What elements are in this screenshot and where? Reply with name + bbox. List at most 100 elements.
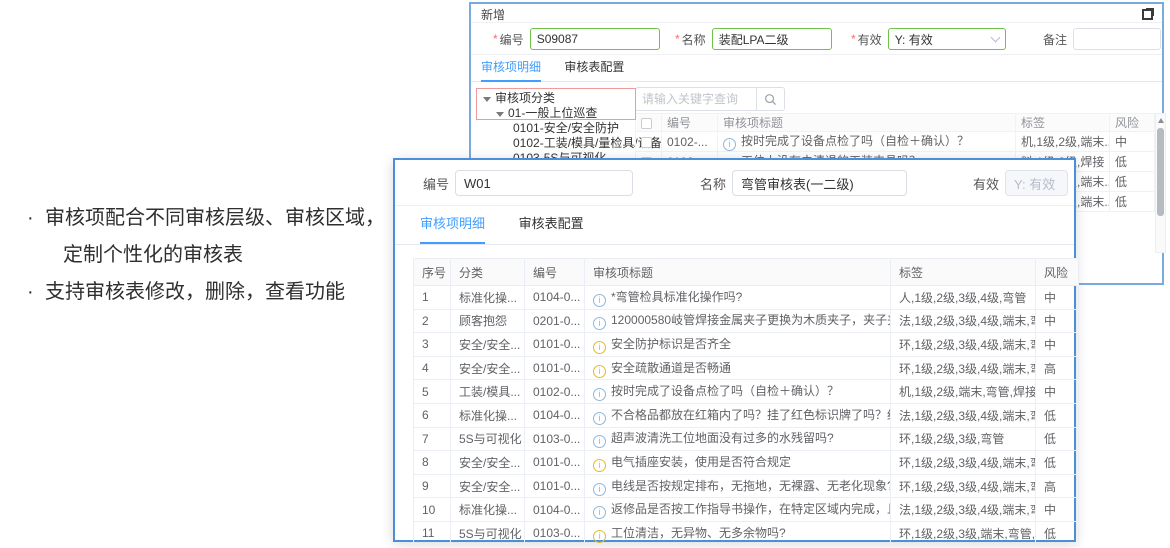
- scrollbar-thumb[interactable]: [1157, 128, 1164, 216]
- code-label: 编号: [500, 31, 524, 48]
- name-field-group: * 名称: [675, 28, 832, 50]
- table-row[interactable]: 5 工装/模具... 0102-0... i按时完成了设备点检了吗（自检＋确认）…: [414, 380, 1079, 404]
- title-cell: i 不合格品都放在红箱内了吗？挂了红色标识牌了吗？红色标识...: [585, 403, 891, 427]
- tab-audit-sheet-config[interactable]: 审核表配置: [519, 206, 584, 242]
- note-bullet: ·: [27, 274, 45, 311]
- title-cell: i电气插座安装，使用是否符合规定: [585, 451, 891, 475]
- note-bullet: ·: [27, 200, 45, 237]
- tags-cell: 环,1级,2级,3级,4级,端末,弯...: [891, 333, 1036, 357]
- seq-cell: 11: [414, 521, 451, 545]
- tab-bar: 审核项明细 审核表配置: [471, 55, 1162, 82]
- title-cell: i按时完成了设备点检了吗（自检＋确认）？: [718, 132, 1016, 152]
- code-field-group: 编号: [423, 170, 633, 196]
- risk-cell: 中: [1036, 309, 1079, 333]
- info-circle-icon: i: [593, 317, 606, 330]
- title-text: 超声波清洗工位地面没有过多的水残留吗?: [611, 431, 834, 445]
- remark-label: 备注: [1043, 31, 1067, 48]
- tags-cell: 环,1级,2级,3级,4级,端末,弯...: [891, 474, 1036, 498]
- table-row[interactable]: 8 安全/安全... 0101-0... i电气插座安装，使用是否符合规定 环,…: [414, 451, 1079, 475]
- seq-cell: 8: [414, 451, 451, 475]
- required-asterisk: *: [675, 32, 680, 46]
- title-cell: i安全防护标识是否齐全: [585, 333, 891, 357]
- note-text: 定制个性化的审核表: [63, 237, 243, 274]
- title-text: 电线是否按规定排布，无拖地，无裸露、无老化现象?: [611, 479, 891, 493]
- tags-cell: 法,1级,2级,3级,4级,端末,弯...: [891, 403, 1036, 427]
- audit-sheet-detail-window: 编号 名称 有效 审核项明细 审核表配置 序号分类编号审核项标题标签风险: [393, 158, 1076, 542]
- category-cell: 安全/安全...: [451, 474, 525, 498]
- seq-cell: 1: [414, 286, 451, 310]
- risk-cell: 中: [1110, 132, 1155, 152]
- tree-root-label: 审核项分类: [495, 91, 555, 105]
- row-checkbox[interactable]: [641, 137, 652, 148]
- seq-cell: 9: [414, 474, 451, 498]
- info-circle-icon: i: [593, 412, 606, 425]
- seq-cell: 4: [414, 356, 451, 380]
- code-cell: 0103-0...: [525, 427, 585, 451]
- chevron-down-icon: [990, 33, 1000, 43]
- table-row[interactable]: 11 5S与可视化 0103-0... i工位清洁，无异物、无多余物吗? 环,1…: [414, 521, 1079, 545]
- risk-cell: 低: [1110, 172, 1155, 192]
- name-input[interactable]: [712, 28, 832, 50]
- seq-cell: 10: [414, 498, 451, 522]
- search-input[interactable]: [636, 88, 756, 110]
- tab-audit-sheet-config[interactable]: 审核表配置: [564, 55, 624, 80]
- table-row[interactable]: 2 顾客抱怨 0201-0... i120000580岐管焊接金属夹子更换为木质…: [414, 309, 1079, 333]
- table-row[interactable]: 7 5S与可视化 0103-0... i超声波清洗工位地面没有过多的水残留吗? …: [414, 427, 1079, 451]
- search-button[interactable]: [756, 88, 784, 110]
- table-row[interactable]: 6 标准化操... 0104-0... i不合格品都放在红箱内了吗？挂了红色标识…: [414, 403, 1079, 427]
- title-cell: i按时完成了设备点检了吗（自检＋确认）？: [585, 380, 891, 404]
- note-text: 支持审核表修改，删除，查看功能: [45, 274, 345, 311]
- risk-cell: 低: [1036, 403, 1079, 427]
- risk-cell: 中: [1036, 333, 1079, 357]
- title-text: 不合格品都放在红箱内了吗？挂了红色标识牌了吗？红色标识...: [611, 408, 891, 422]
- risk-cell: 低: [1036, 521, 1079, 545]
- risk-cell: 高: [1036, 474, 1079, 498]
- table-row[interactable]: 10 标准化操... 0104-0... i返修品是否按工作指导书操作，在特定区…: [414, 498, 1079, 522]
- risk-cell: 中: [1036, 380, 1079, 404]
- table-row[interactable]: 9 安全/安全... 0101-0... i电线是否按规定排布，无拖地，无裸露、…: [414, 474, 1079, 498]
- code-input[interactable]: [455, 170, 633, 196]
- column-header: 标签: [1016, 114, 1110, 132]
- table-scrollbar[interactable]: [1155, 113, 1166, 253]
- table-header-row: 编号审核项标题标签风险: [636, 114, 1155, 132]
- valid-field-group: 有效: [973, 170, 1068, 196]
- info-circle-icon: i: [593, 365, 606, 378]
- tags-cell: 环,1级,2级,3级,弯管: [891, 427, 1036, 451]
- category-cell: 工装/模具...: [451, 380, 525, 404]
- column-header: 编号: [662, 114, 718, 132]
- table-row[interactable]: 3 安全/安全... 0101-0... i安全防护标识是否齐全 环,1级,2级…: [414, 333, 1079, 357]
- risk-cell: 低: [1110, 152, 1155, 172]
- risk-cell: 低: [1036, 451, 1079, 475]
- table-row[interactable]: 0102-... i按时完成了设备点检了吗（自检＋确认）？ 机,1级,2级,端末…: [636, 132, 1155, 152]
- title-text: 安全防护标识是否齐全: [611, 337, 731, 351]
- code-cell: 0101-0...: [525, 333, 585, 357]
- note-line: 定制个性化的审核表: [27, 237, 397, 274]
- title-text: 工位清洁，无异物、无多余物吗?: [611, 526, 786, 540]
- table-row[interactable]: 1 标准化操... 0104-0... i*弯管检具标准化操作吗? 人,1级,2…: [414, 286, 1079, 310]
- info-circle-icon: i: [593, 530, 606, 543]
- code-cell: 0101-0...: [525, 451, 585, 475]
- tab-audit-item-detail[interactable]: 审核项明细: [420, 206, 485, 244]
- code-input[interactable]: [530, 28, 660, 50]
- name-input[interactable]: [732, 170, 907, 196]
- code-field-group: * 编号: [493, 28, 660, 50]
- risk-cell: 高: [1036, 356, 1079, 380]
- tags-cell: 法,1级,2级,3级,4级,端末,弯...: [891, 498, 1036, 522]
- column-header: 分类: [451, 259, 525, 286]
- valid-select[interactable]: Y: 有效: [888, 28, 1006, 50]
- maximize-restore-icon[interactable]: [1142, 8, 1154, 20]
- tags-cell: 环,1级,2级,3级,4级,端末,弯...: [891, 451, 1036, 475]
- feature-notes: · 审核项配合不同审核层级、审核区域， 定制个性化的审核表 · 支持审核表修改，…: [27, 200, 397, 311]
- category-cell: 安全/安全...: [451, 451, 525, 475]
- category-cell: 标准化操...: [451, 403, 525, 427]
- select-all-checkbox[interactable]: [641, 118, 652, 129]
- code-cell: 0101-0...: [525, 356, 585, 380]
- window-title: 新增: [481, 6, 505, 23]
- remark-input[interactable]: [1073, 28, 1161, 50]
- seq-cell: 3: [414, 333, 451, 357]
- category-cell: 5S与可视化: [451, 521, 525, 545]
- table-row[interactable]: 4 安全/安全... 0101-0... i安全疏散通道是否畅通 环,1级,2级…: [414, 356, 1079, 380]
- caret-down-icon: [483, 97, 491, 102]
- tab-audit-item-detail[interactable]: 审核项明细: [481, 55, 541, 82]
- title-cell: i电线是否按规定排布，无拖地，无裸露、无老化现象?: [585, 474, 891, 498]
